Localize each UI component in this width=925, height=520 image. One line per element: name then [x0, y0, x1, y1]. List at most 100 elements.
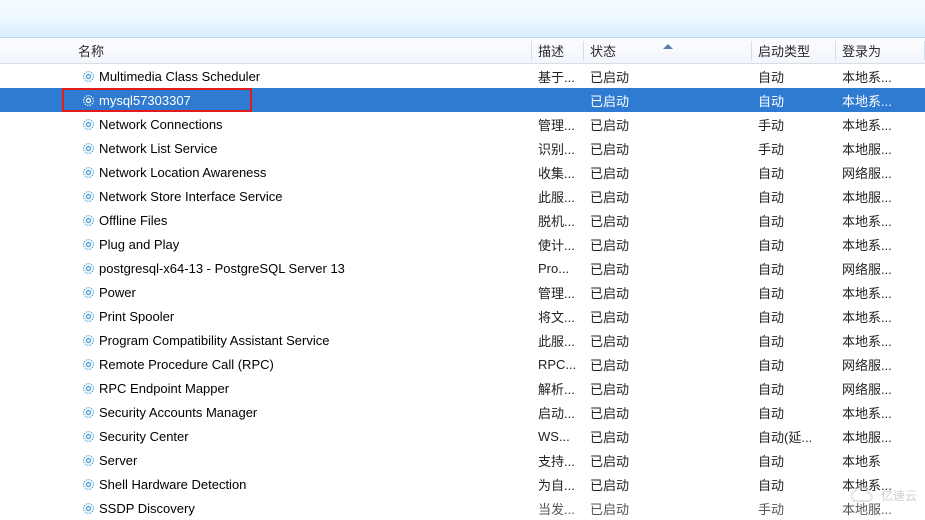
service-row[interactable]: Multimedia Class Scheduler基于...已启动自动本地系.… — [0, 64, 925, 88]
service-name-cell[interactable]: SSDP Discovery — [72, 501, 532, 516]
service-gear-icon — [81, 189, 96, 204]
service-start-cell: 自动 — [752, 307, 836, 326]
service-name-cell[interactable]: Program Compatibility Assistant Service — [72, 333, 532, 348]
service-state-cell: 已启动 — [584, 283, 752, 302]
service-name-cell[interactable]: postgresql-x64-13 - PostgreSQL Server 13 — [72, 261, 532, 276]
service-gear-icon — [81, 477, 96, 492]
service-name-text: Shell Hardware Detection — [99, 477, 246, 492]
service-name-cell[interactable]: mysql57303307 — [72, 93, 532, 108]
service-gear-icon — [81, 285, 96, 300]
service-start-cell: 自动 — [752, 211, 836, 230]
service-name-text: SSDP Discovery — [99, 501, 195, 516]
service-name-text: Multimedia Class Scheduler — [99, 69, 260, 84]
service-row[interactable]: Server支持...已启动自动本地系 — [0, 448, 925, 472]
service-row[interactable]: Security CenterWS...已启动自动(延...本地服... — [0, 424, 925, 448]
service-row[interactable]: Network Location Awareness收集...已启动自动网络服.… — [0, 160, 925, 184]
service-gear-icon — [81, 165, 96, 180]
sort-ascending-icon — [663, 44, 673, 49]
service-name-cell[interactable]: Network Location Awareness — [72, 165, 532, 180]
service-logon-cell: 本地服... — [836, 427, 925, 446]
service-state-cell: 已启动 — [584, 331, 752, 350]
service-desc-cell: 为自... — [532, 475, 584, 494]
service-name-text: Security Accounts Manager — [99, 405, 257, 420]
service-logon-cell: 本地系... — [836, 283, 925, 302]
service-name-cell[interactable]: Power — [72, 285, 532, 300]
service-start-cell: 手动 — [752, 499, 836, 518]
service-gear-icon — [81, 309, 96, 324]
service-name-cell[interactable]: Network Store Interface Service — [72, 189, 532, 204]
service-row[interactable]: Network Connections管理...已启动手动本地系... — [0, 112, 925, 136]
service-gear-icon — [81, 69, 96, 84]
service-name-cell[interactable]: Security Accounts Manager — [72, 405, 532, 420]
service-state-cell: 已启动 — [584, 115, 752, 134]
service-name-cell[interactable]: Shell Hardware Detection — [72, 477, 532, 492]
service-name-text: Offline Files — [99, 213, 167, 228]
service-name-cell[interactable]: Network List Service — [72, 141, 532, 156]
service-logon-cell: 本地系... — [836, 235, 925, 254]
column-header-name[interactable]: 名称 — [72, 41, 532, 60]
service-name-cell[interactable]: Offline Files — [72, 213, 532, 228]
service-gear-icon — [81, 405, 96, 420]
service-start-cell: 自动 — [752, 163, 836, 182]
services-rows: Multimedia Class Scheduler基于...已启动自动本地系.… — [0, 64, 925, 520]
service-desc-cell: 脱机... — [532, 211, 584, 230]
column-header-start[interactable]: 启动类型 — [752, 41, 836, 60]
service-desc-cell: Pro... — [532, 261, 584, 276]
service-name-text: RPC Endpoint Mapper — [99, 381, 229, 396]
service-name-cell[interactable]: RPC Endpoint Mapper — [72, 381, 532, 396]
service-row[interactable]: Print Spooler将文...已启动自动本地系... — [0, 304, 925, 328]
service-state-cell: 已启动 — [584, 427, 752, 446]
service-state-cell: 已启动 — [584, 499, 752, 518]
service-state-cell: 已启动 — [584, 259, 752, 278]
service-state-cell: 已启动 — [584, 475, 752, 494]
service-logon-cell: 网络服... — [836, 379, 925, 398]
watermark-text: 亿速云 — [881, 487, 917, 504]
service-row[interactable]: Shell Hardware Detection为自...已启动自动本地系... — [0, 472, 925, 496]
service-name-cell[interactable]: Server — [72, 453, 532, 468]
watermark: 亿速云 — [845, 485, 917, 505]
service-name-cell[interactable]: Plug and Play — [72, 237, 532, 252]
column-header-logon[interactable]: 登录为 — [836, 41, 925, 60]
service-row[interactable]: Security Accounts Manager启动...已启动自动本地系..… — [0, 400, 925, 424]
service-start-cell: 自动 — [752, 331, 836, 350]
service-row[interactable]: RPC Endpoint Mapper 解析...已启动自动网络服... — [0, 376, 925, 400]
service-desc-cell: WS... — [532, 429, 584, 444]
service-desc-cell: 此服... — [532, 331, 584, 350]
service-row[interactable]: Remote Procedure Call (RPC)RPC...已启动自动网络… — [0, 352, 925, 376]
service-gear-icon — [81, 333, 96, 348]
service-name-cell[interactable]: Remote Procedure Call (RPC) — [72, 357, 532, 372]
service-name-text: Network Connections — [99, 117, 223, 132]
service-row[interactable]: Power管理...已启动自动本地系... — [0, 280, 925, 304]
service-state-cell: 已启动 — [584, 379, 752, 398]
service-desc-cell: 解析... — [532, 379, 584, 398]
service-start-cell: 自动 — [752, 475, 836, 494]
service-row[interactable]: Network Store Interface Service此服...已启动自… — [0, 184, 925, 208]
service-start-cell: 自动 — [752, 67, 836, 86]
service-row[interactable]: Program Compatibility Assistant Service此… — [0, 328, 925, 352]
column-header-desc[interactable]: 描述 — [532, 41, 584, 60]
service-logon-cell: 网络服... — [836, 259, 925, 278]
service-desc-cell: 支持... — [532, 451, 584, 470]
service-row[interactable]: SSDP Discovery当发...已启动手动本地服... — [0, 496, 925, 520]
service-logon-cell: 本地系... — [836, 91, 925, 110]
service-gear-icon — [81, 141, 96, 156]
column-header-state[interactable]: 状态 — [584, 41, 752, 60]
service-logon-cell: 本地系... — [836, 115, 925, 134]
service-start-cell: 自动 — [752, 379, 836, 398]
service-state-cell: 已启动 — [584, 67, 752, 86]
service-row[interactable]: postgresql-x64-13 - PostgreSQL Server 13… — [0, 256, 925, 280]
service-start-cell: 自动 — [752, 355, 836, 374]
service-row[interactable]: Network List Service识别...已启动手动本地服... — [0, 136, 925, 160]
service-name-cell[interactable]: Network Connections — [72, 117, 532, 132]
service-name-cell[interactable]: Print Spooler — [72, 309, 532, 324]
service-row[interactable]: Plug and Play使计...已启动自动本地系... — [0, 232, 925, 256]
service-row[interactable]: mysql57303307已启动自动本地系... — [0, 88, 925, 112]
service-name-cell[interactable]: Security Center — [72, 429, 532, 444]
service-start-cell: 自动 — [752, 259, 836, 278]
service-desc-cell: RPC... — [532, 357, 584, 372]
service-row[interactable]: Offline Files脱机...已启动自动本地系... — [0, 208, 925, 232]
service-start-cell: 自动 — [752, 451, 836, 470]
service-name-cell[interactable]: Multimedia Class Scheduler — [72, 69, 532, 84]
service-name-text: mysql57303307 — [99, 93, 191, 108]
service-start-cell: 手动 — [752, 139, 836, 158]
